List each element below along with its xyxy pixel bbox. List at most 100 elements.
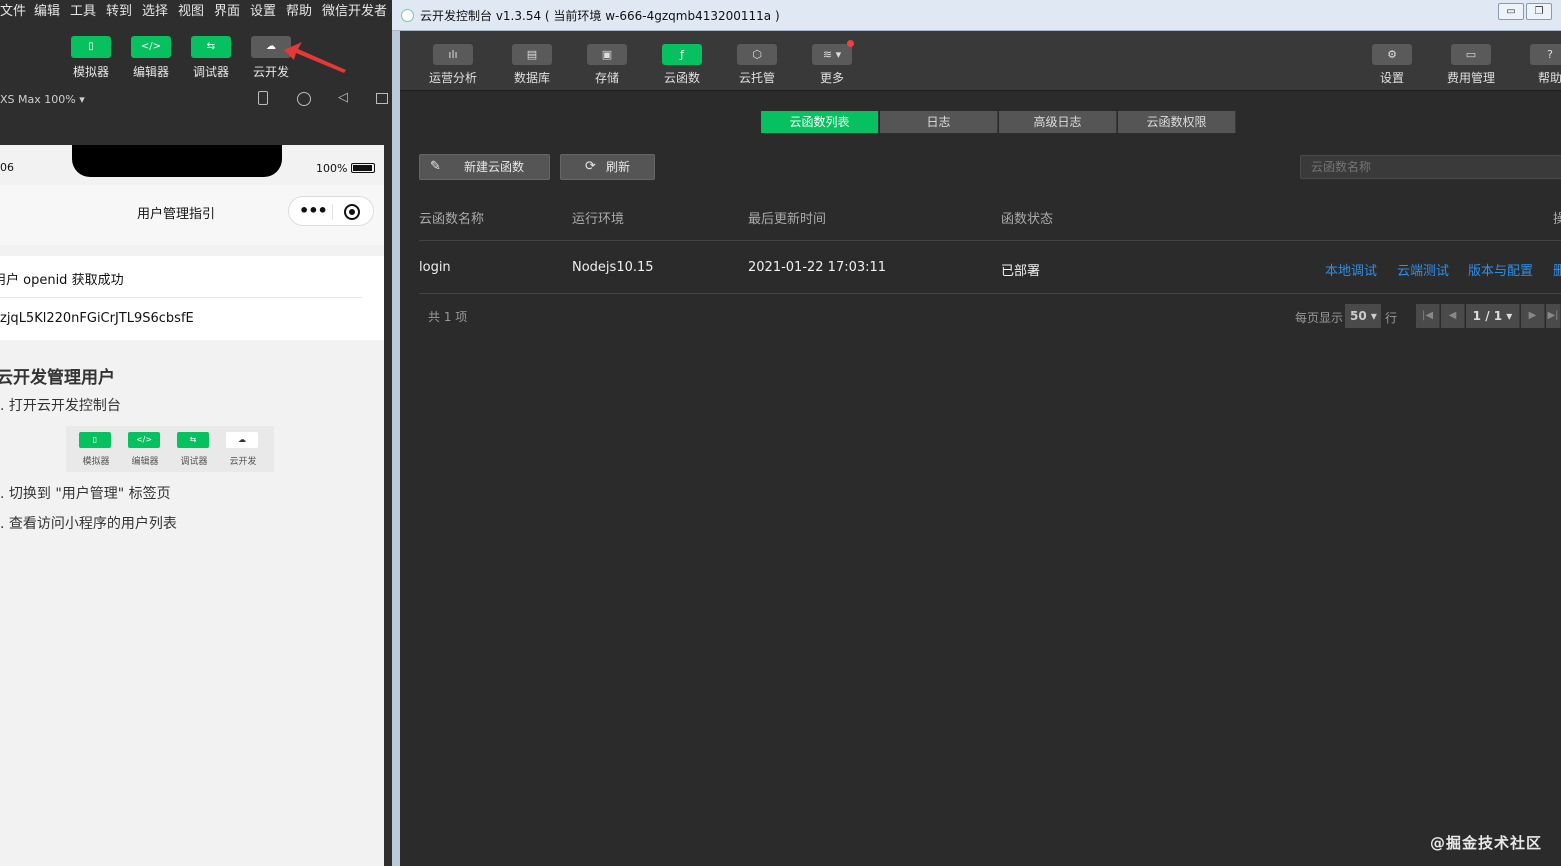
prev-page-button[interactable]: ◀ — [1441, 304, 1465, 328]
guide-step-1: . 打开云开发控制台 — [0, 398, 121, 414]
version-config-link[interactable]: 版本与配置 — [1468, 260, 1533, 279]
tab-function-permissions[interactable]: 云函数权限 — [1118, 111, 1236, 133]
new-function-button[interactable]: ✎ 新建云函数 — [419, 154, 550, 180]
nav-cloud-functions[interactable]: ƒ 云函数 — [652, 44, 712, 86]
gear-icon: ⚙ — [1372, 44, 1412, 65]
simulator-bar: XS Max 100% ▾ ◁ — [0, 88, 392, 112]
function-search-input[interactable] — [1300, 155, 1561, 179]
nav-settings[interactable]: ⚙ 设置 — [1362, 44, 1422, 86]
nav-database-label: 数据库 — [513, 71, 550, 85]
menu-edit[interactable]: 编辑 — [34, 0, 60, 19]
phone-notch — [72, 145, 282, 177]
minimize-button[interactable]: ▭ — [1498, 3, 1524, 20]
refresh-label: 刷新 — [606, 160, 631, 174]
cell-runtime: Nodejs10.15 — [572, 260, 654, 275]
toolbar-simulator-label: 模拟器 — [72, 65, 109, 79]
refresh-button[interactable]: ⟳ 刷新 — [560, 154, 655, 180]
edit-icon: ✎ — [430, 159, 441, 174]
nav-more-label: 更多 — [819, 71, 844, 85]
phone-icon: ▯ — [79, 432, 111, 448]
cell-function-name: login — [419, 260, 451, 275]
mini-tool-cloud: ☁ 云开发 — [226, 432, 260, 467]
menu-goto[interactable]: 转到 — [106, 0, 132, 19]
mini-tool-label: 云开发 — [229, 457, 257, 467]
window-titlebar: 云开发控制台 v1.3.54 ( 当前环境 w-666-4gzqmb413200… — [392, 0, 1561, 31]
app-logo-icon — [401, 9, 414, 22]
chart-icon: ılı — [433, 44, 473, 65]
cloud-test-link[interactable]: 云端测试 — [1397, 260, 1449, 279]
nav-storage[interactable]: ▣ 存储 — [577, 44, 637, 86]
capsule-menu[interactable]: ••• — [288, 196, 374, 226]
menu-wechat-devtools[interactable]: 微信开发者 — [322, 0, 387, 19]
menu-file[interactable]: 文件 — [0, 0, 26, 19]
phone-simulator: 06 100% 用户管理指引 ••• 用户 openid 获取成功 zjqL5K… — [0, 145, 384, 866]
cloud-icon: ☁ — [226, 432, 258, 448]
record-icon[interactable] — [297, 92, 311, 106]
device-select[interactable]: XS Max 100% ▾ — [0, 93, 85, 106]
toolbar-debugger[interactable]: ⇆ 调试器 — [191, 36, 231, 79]
openid-value: zjqL5Kl220nFGiCrJTL9S6cbsfE — [0, 311, 194, 326]
col-header-ops: 操 — [1553, 212, 1561, 227]
menu-select[interactable]: 选择 — [142, 0, 168, 19]
page-select[interactable]: 1 / 1 ▾ — [1466, 304, 1520, 328]
row-divider — [419, 293, 1561, 294]
tab-logs[interactable]: 日志 — [880, 111, 998, 133]
debug-icon: ⇆ — [177, 432, 209, 448]
guide-step-2: . 切换到 "用户管理" 标签页 — [0, 486, 171, 502]
window-title: 云开发控制台 v1.3.54 ( 当前环境 w-666-4gzqmb413200… — [420, 9, 780, 23]
tab-advanced-logs[interactable]: 高级日志 — [999, 111, 1117, 133]
menu-help[interactable]: 帮助 — [286, 0, 312, 19]
local-debug-link[interactable]: 本地调试 — [1325, 260, 1377, 279]
panel-divider[interactable] — [384, 145, 392, 866]
simulator-gap — [0, 112, 392, 146]
cloud-console-window: 云开发控制台 v1.3.54 ( 当前环境 w-666-4gzqmb413200… — [392, 0, 1561, 866]
close-circle-icon[interactable] — [344, 204, 360, 220]
nav-more[interactable]: ≋ ▾ 更多 — [802, 44, 862, 86]
nav-cloud-hosting[interactable]: ⬡ 云托管 — [727, 44, 787, 86]
function-icon: ƒ — [662, 44, 702, 65]
mini-tool-label: 模拟器 — [82, 457, 110, 467]
nav-billing[interactable]: ▭ 费用管理 — [1441, 44, 1501, 86]
volume-icon[interactable]: ◁ — [338, 90, 348, 105]
red-arrow-annotation — [284, 42, 346, 73]
mini-tool-editor: </> 编辑器 — [128, 432, 162, 467]
nav-billing-label: 费用管理 — [1446, 71, 1495, 85]
menu-view[interactable]: 视图 — [178, 0, 204, 19]
nav-analytics-label: 运营分析 — [428, 71, 477, 85]
status-time: 06 — [0, 161, 14, 174]
toolbar-editor[interactable]: </> 编辑器 — [131, 36, 171, 79]
openid-card: 用户 openid 获取成功 zjqL5Kl220nFGiCrJTL9S6cbs… — [0, 256, 384, 340]
col-header-status: 函数状态 — [1001, 212, 1054, 227]
menu-tools[interactable]: 工具 — [70, 0, 96, 19]
mini-tool-label: 调试器 — [180, 457, 208, 467]
tab-function-list[interactable]: 云函数列表 — [761, 111, 879, 133]
toolbar-simulator[interactable]: ▯ 模拟器 — [71, 36, 111, 79]
rotate-icon[interactable] — [258, 91, 268, 105]
nav-analytics[interactable]: ılı 运营分析 — [423, 44, 483, 86]
openid-success-text: 用户 openid 获取成功 — [0, 273, 124, 288]
code-icon: </> — [128, 432, 160, 448]
last-page-button[interactable]: ▶| — [1546, 304, 1561, 328]
nav-database[interactable]: ▤ 数据库 — [502, 44, 562, 86]
container-icon: ⬡ — [737, 44, 777, 65]
per-page-label: 每页显示 — [1295, 311, 1344, 325]
guide-step-3: . 查看访问小程序的用户列表 — [0, 516, 177, 532]
nav-help[interactable]: ? 帮助 — [1520, 44, 1561, 86]
first-page-button[interactable]: |◀ — [1416, 304, 1440, 328]
card-divider — [0, 297, 362, 298]
code-icon: </> — [131, 36, 171, 58]
per-page-select[interactable]: 50 ▾ — [1345, 304, 1381, 328]
delete-link[interactable]: 删 — [1553, 260, 1561, 279]
more-dots-icon[interactable]: ••• — [299, 201, 328, 220]
window-border — [392, 0, 400, 866]
menu-interface[interactable]: 界面 — [214, 0, 240, 19]
popout-icon[interactable] — [376, 93, 388, 104]
notification-dot — [847, 40, 854, 47]
capsule-divider — [332, 204, 333, 220]
maximize-button[interactable]: ❐ — [1526, 3, 1552, 20]
guide-title: 云开发管理用户 — [0, 368, 115, 388]
menu-settings[interactable]: 设置 — [250, 0, 276, 19]
nav-settings-label: 设置 — [1379, 71, 1404, 85]
next-page-button[interactable]: ▶ — [1521, 304, 1545, 328]
col-header-updated: 最后更新时间 — [748, 212, 827, 227]
